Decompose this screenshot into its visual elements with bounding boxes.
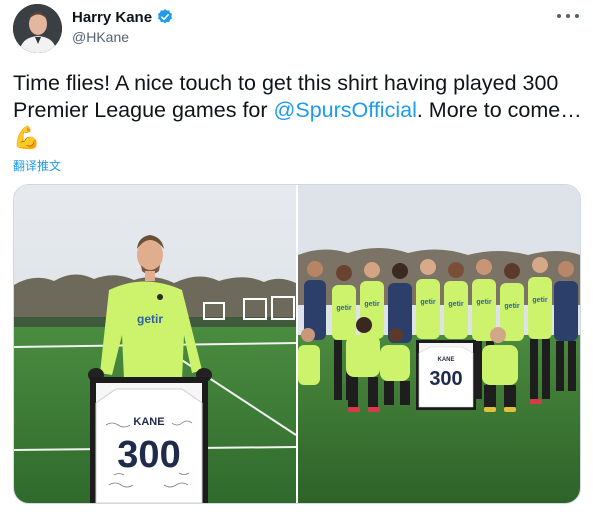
svg-text:getir: getir [532, 297, 547, 304]
left-shirt-number: 300 [117, 434, 180, 476]
mention-link[interactable]: @SpursOfficial [274, 98, 417, 122]
svg-text:getir: getir [504, 303, 519, 310]
svg-text:getir: getir [420, 299, 435, 306]
tweet-card: Harry Kane @HKane Time flies! A nice tou… [0, 0, 593, 515]
right-shirt-number: 300 [429, 368, 462, 390]
svg-text:getir: getir [336, 305, 351, 312]
left-sponsor-text: getir [137, 312, 163, 326]
media-grid: getir KANE 300 getir getir getir getir g… [13, 184, 581, 504]
translate-tweet-link[interactable]: 翻译推文 [13, 157, 61, 174]
photo-kane-with-shirt[interactable]: getir KANE 300 [14, 185, 296, 503]
author-name-label: Harry Kane [72, 8, 153, 26]
tweet-text: Time flies! A nice touch to get this shi… [13, 70, 583, 152]
left-shirt-name: KANE [133, 416, 164, 428]
tweet-text-after: . More to come… [416, 98, 582, 122]
more-options-icon[interactable] [557, 8, 579, 24]
photo-team-group[interactable]: getir getir getir getir getir getir getir [298, 185, 580, 503]
avatar[interactable] [13, 4, 62, 53]
svg-text:getir: getir [476, 299, 491, 306]
verified-badge-icon [157, 9, 173, 24]
flexed-biceps-emoji: 💪 [13, 125, 41, 150]
svg-text:getir: getir [364, 301, 379, 308]
right-shirt-name: KANE [437, 357, 454, 363]
author-handle[interactable]: @HKane [72, 29, 129, 45]
author-name[interactable]: Harry Kane [72, 8, 174, 26]
svg-text:getir: getir [448, 301, 463, 308]
